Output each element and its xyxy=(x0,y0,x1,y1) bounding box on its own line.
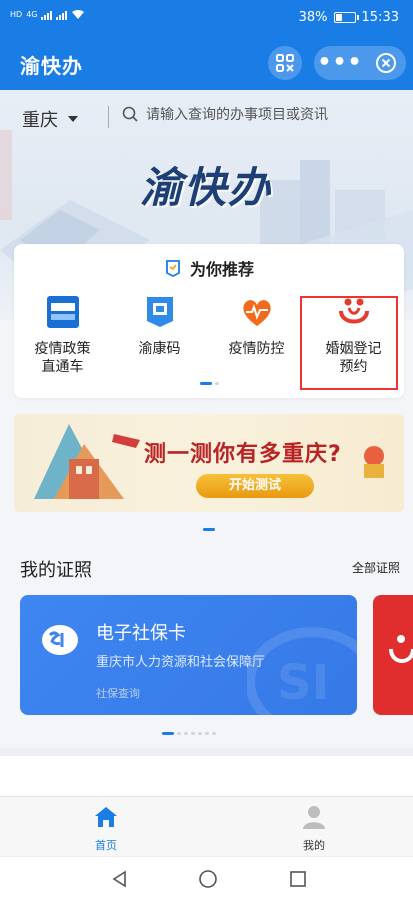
svg-text:SI: SI xyxy=(277,655,329,711)
wifi-icon xyxy=(72,9,85,19)
marriage-icon xyxy=(389,635,413,663)
recommend-badge-icon xyxy=(166,260,180,277)
clock: 15:33 xyxy=(361,10,399,25)
banner-indicator xyxy=(203,528,215,531)
back-button[interactable] xyxy=(110,869,130,893)
banner-title: 测一测你有多重庆? xyxy=(144,442,342,467)
network-type: 4G xyxy=(26,9,38,19)
social-card-query-link[interactable]: 社保查询 xyxy=(96,685,140,701)
more-button[interactable]: ••• xyxy=(314,48,366,78)
policy-express-icon xyxy=(45,294,81,330)
start-quiz-button[interactable]: 开始测试 xyxy=(196,474,314,498)
health-code-icon xyxy=(142,294,178,330)
recommend-label: 疫情防控 xyxy=(228,341,285,357)
signal-icon-2 xyxy=(56,8,68,20)
nav-mine-label: 我的 xyxy=(303,839,325,852)
home-system-button[interactable] xyxy=(198,869,218,893)
recommend-item-health-code[interactable]: 渝康码 xyxy=(111,294,208,376)
license-section-title: 我的证照 xyxy=(20,560,92,581)
recommend-title: 为你推荐 xyxy=(189,260,254,279)
quiz-banner[interactable]: 测一测你有多重庆? 开始测试 xyxy=(14,414,404,512)
search-icon xyxy=(122,106,138,122)
recommend-header: 为你推荐 xyxy=(14,256,404,280)
home-circle-icon xyxy=(199,870,217,888)
city-name: 重庆 xyxy=(22,110,58,131)
signal-indicators: HD 4G xyxy=(10,8,85,20)
search-input[interactable]: 请输入查询的办事项目或资讯 xyxy=(122,104,328,124)
nav-home-label: 首页 xyxy=(95,839,117,852)
recommend-label: 渝康码 xyxy=(138,341,181,357)
recommend-item-policy[interactable]: 疫情政策 直通车 xyxy=(14,294,111,376)
content-area xyxy=(0,756,413,796)
system-navigation-bar xyxy=(0,856,413,900)
app-header: 渝快办 ••• xyxy=(0,36,413,90)
all-licenses-link[interactable]: 全部证照 xyxy=(352,559,400,576)
divider xyxy=(108,106,109,128)
scan-icon xyxy=(276,54,294,72)
yukuaiban-logo: 渝快办 xyxy=(140,163,273,212)
mini-program-capsule: ••• xyxy=(314,46,406,80)
scan-button[interactable] xyxy=(268,46,302,80)
home-icon xyxy=(95,807,117,827)
recents-square-icon xyxy=(290,871,306,887)
back-triangle-icon xyxy=(112,870,126,888)
close-button[interactable] xyxy=(366,52,406,74)
license-indicator xyxy=(162,732,216,735)
section-divider xyxy=(0,748,413,756)
recommend-card: 为你推荐 疫情政策 直通车 渝康码 疫情防控 婚姻登记 预约 xyxy=(14,244,404,398)
caret-down-icon xyxy=(68,116,78,122)
nav-home[interactable]: 首页 xyxy=(76,805,136,853)
social-card-name: 电子社保卡 xyxy=(96,623,186,644)
recommend-label: 疫情政策 直通车 xyxy=(34,341,91,375)
search-placeholder: 请输入查询的办事项目或资讯 xyxy=(146,107,328,123)
highlight-box xyxy=(300,296,398,390)
city-selector[interactable]: 重庆 xyxy=(22,106,78,132)
bottom-navigation: 首页 我的 xyxy=(0,796,413,856)
hd-badge: HD xyxy=(10,9,23,19)
si-watermark-icon: SI xyxy=(247,627,357,715)
app-title: 渝快办 xyxy=(20,54,83,78)
page-indicator xyxy=(200,382,219,385)
battery-icon xyxy=(333,12,359,23)
battery-percent: 38% xyxy=(298,10,328,25)
signal-icon xyxy=(41,8,53,20)
recents-button[interactable] xyxy=(288,869,308,893)
next-license-card[interactable] xyxy=(373,595,413,715)
user-icon xyxy=(303,806,325,829)
si-logo-icon xyxy=(40,623,80,661)
recommend-item-epidemic[interactable]: 疫情防控 xyxy=(208,294,305,376)
close-circle-icon xyxy=(376,53,396,73)
heart-pulse-icon xyxy=(239,294,275,330)
license-header: 我的证照 全部证照 xyxy=(20,556,400,581)
status-bar: HD 4G 38% 15:33 xyxy=(0,0,413,36)
social-card-org: 重庆市人力资源和社会保障厅 xyxy=(96,655,266,670)
social-security-card[interactable]: SI 电子社保卡 重庆市人力资源和社会保障厅 社保查询 xyxy=(20,595,357,715)
nav-mine[interactable]: 我的 xyxy=(284,805,344,853)
